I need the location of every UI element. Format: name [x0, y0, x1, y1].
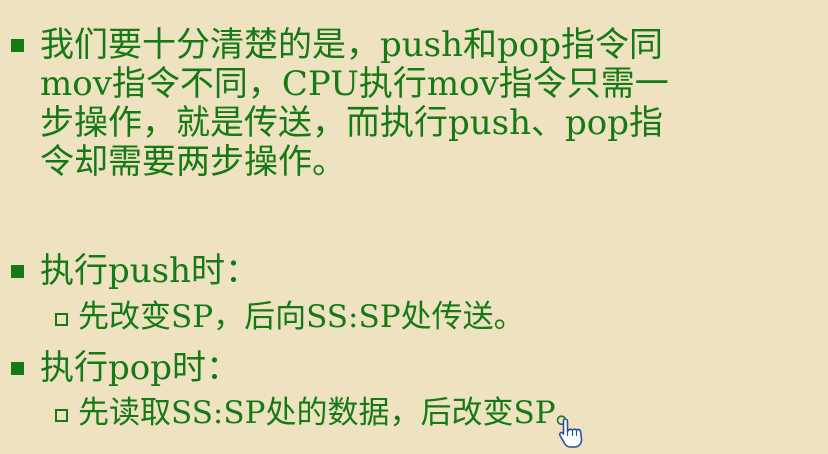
- paragraph-line-3: 步操作，就是传送，而执行push、pop指: [40, 103, 664, 143]
- bullet-square-icon: [11, 265, 24, 278]
- paragraph-line-2: mov指令不同，CPU执行mov指令只需一: [40, 64, 669, 104]
- hollow-square-bullet-icon: [55, 313, 68, 326]
- push-item: 先改变SP，后向SS:SP处传送。: [78, 299, 525, 335]
- hollow-square-bullet-icon: [55, 409, 68, 422]
- pop-heading: 执行pop时：: [40, 348, 240, 388]
- paragraph-line-1: 我们要十分清楚的是，push和pop指令同: [40, 25, 664, 65]
- paragraph-line-4: 令却需要两步操作。: [40, 142, 346, 182]
- bullet-square-icon: [11, 362, 24, 375]
- paragraph-push-pop-vs-mov: 我们要十分清楚的是，push和pop指令同 mov指令不同，CPU执行mov指令…: [40, 26, 810, 182]
- push-heading: 执行push时：: [40, 251, 260, 291]
- slide: 我们要十分清楚的是，push和pop指令同 mov指令不同，CPU执行mov指令…: [0, 0, 828, 454]
- bullet-square-icon: [11, 39, 24, 52]
- pop-item: 先读取SS:SP处的数据，后改变SP。: [78, 395, 587, 431]
- hand-pointer-icon: [558, 418, 583, 448]
